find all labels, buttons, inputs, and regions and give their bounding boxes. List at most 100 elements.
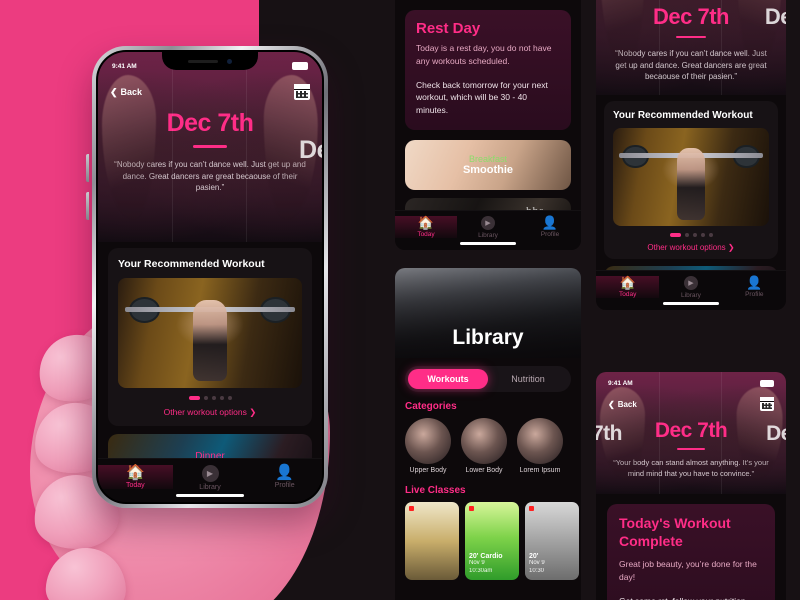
record-icon — [469, 505, 474, 511]
workout-image[interactable] — [613, 128, 769, 226]
carousel-dots[interactable] — [118, 396, 302, 400]
tab-bar[interactable]: 🏠 Today ▶ Library 👤 Profile — [98, 458, 322, 502]
phone-device: 9:41 AM ❮ Back Dec 7th De — [86, 46, 328, 508]
tab-today[interactable]: 🏠 Today — [98, 465, 173, 489]
person-icon: 👤 — [746, 275, 763, 290]
workout-complete-paragraph-1: Great job beauty, you’re done for the da… — [619, 559, 757, 582]
live-class-date: Nov 9 — [529, 560, 545, 567]
tab-today[interactable]: 🏠 Today — [395, 216, 457, 238]
tab-bar-today-right[interactable]: 🏠 Today ▶ Library 👤 Profile — [596, 270, 786, 310]
rest-day-panel: Rest Day Today is a rest day, you do not… — [395, 0, 581, 250]
calendar-icon[interactable] — [294, 84, 310, 100]
tab-library[interactable]: ▶ Library — [173, 465, 248, 491]
back-label: Back — [120, 87, 143, 97]
other-workout-options-link[interactable]: Other workout options ❯ — [613, 243, 769, 252]
front-camera — [227, 58, 233, 64]
tab-library-label: Library — [681, 292, 701, 299]
carousel-dot[interactable] — [700, 233, 705, 237]
category-label: Upper Body — [409, 467, 447, 474]
rest-day-card: Rest Day Today is a rest day, you do not… — [405, 10, 571, 130]
carousel-dot[interactable] — [211, 396, 216, 400]
workout-image[interactable] — [118, 278, 302, 388]
chevron-left-icon: ❮ — [110, 86, 118, 97]
carousel-dot-active[interactable] — [669, 233, 681, 237]
category-item[interactable]: Lorem Ipsum — [517, 418, 563, 476]
segment-nutrition[interactable]: Nutrition — [488, 369, 568, 389]
rest-day-paragraph-2: Check back tomorrow for your next workou… — [416, 79, 548, 116]
battery-icon — [292, 62, 308, 70]
carousel-dot[interactable] — [227, 396, 232, 400]
volume-down-button[interactable] — [86, 192, 89, 220]
carousel-dot[interactable] — [692, 233, 697, 237]
back-button[interactable]: ❮ Back — [110, 87, 142, 98]
play-icon: ▶ — [201, 465, 219, 482]
nav-row: ❮ Back — [98, 70, 322, 100]
carousel-dot[interactable] — [684, 233, 689, 237]
battery-icon — [760, 380, 774, 387]
other-workout-options-label: Other workout options — [647, 243, 726, 252]
tab-profile-label: Profile — [745, 291, 764, 298]
tab-profile-label: Profile — [274, 482, 295, 489]
record-icon — [529, 505, 534, 511]
meal-card-breakfast[interactable]: Breakfast Smoothie — [405, 139, 571, 190]
volume-up-button[interactable] — [86, 154, 89, 182]
library-hero-image: Library — [395, 268, 581, 358]
category-thumbnail — [517, 418, 563, 464]
rest-day-heading: Rest Day — [416, 20, 481, 37]
tab-library[interactable]: ▶ Library — [457, 216, 519, 239]
segment-workouts[interactable]: Workouts — [408, 369, 488, 389]
library-title: Library — [452, 326, 524, 349]
breakfast-kicker: Breakfast — [468, 153, 508, 164]
carousel-dot[interactable] — [203, 396, 208, 400]
date-ghost-right: De — [299, 136, 322, 164]
tab-profile[interactable]: 👤 Profile — [247, 465, 322, 489]
screenshot-stage: Rest Day Today is a rest day, you do not… — [0, 0, 800, 600]
workout-complete-paragraph-2: Get some rst, follow your nutrition, and… — [619, 595, 763, 600]
record-icon — [409, 505, 414, 511]
calendar-icon[interactable] — [760, 397, 774, 411]
carousel-dot[interactable] — [708, 233, 713, 237]
category-thumbnail — [405, 418, 451, 464]
rest-day-paragraph-1: Today is a rest day, you do not have any… — [416, 43, 552, 66]
tab-library[interactable]: ▶ Library — [659, 276, 722, 299]
tab-profile[interactable]: 👤 Profile — [519, 216, 581, 238]
tab-today-label: Today — [125, 482, 145, 489]
category-thumbnail — [461, 418, 507, 464]
carousel-dot[interactable] — [219, 396, 224, 400]
back-button[interactable]: ❮ Back — [608, 400, 637, 409]
recommended-workout-card: Your Recommended Workout Other workout o… — [604, 101, 778, 259]
other-workout-options-link[interactable]: Other workout options ❯ — [118, 407, 302, 418]
home-icon: 🏠 — [619, 275, 636, 290]
person-icon: 👤 — [541, 215, 559, 230]
date-ghost-right: De — [764, 4, 786, 29]
category-list: Upper Body Lower Body Lorem Ipsum — [395, 418, 581, 476]
nav-row: ❮ Back — [596, 387, 786, 411]
tab-today[interactable]: 🏠 Today — [596, 275, 660, 298]
other-workout-options-label: Other workout options — [163, 407, 247, 417]
back-label: Back — [617, 399, 637, 409]
category-item[interactable]: Upper Body — [405, 418, 451, 476]
carousel-dots[interactable] — [613, 233, 769, 237]
tab-profile[interactable]: 👤 Profile — [723, 276, 786, 298]
library-segmented-control[interactable]: Workouts Nutrition — [405, 366, 571, 392]
today-screen: 9:41 AM ❮ Back Dec 7th De — [98, 52, 322, 502]
live-class-time: 10:30am — [469, 567, 493, 574]
category-item[interactable]: Lower Body — [461, 418, 507, 476]
live-class-card[interactable]: 20' Nov 9 10:30 — [525, 501, 579, 580]
carousel-dot-active[interactable] — [188, 396, 200, 400]
tab-bar-rest-day[interactable]: 🏠 Today ▶ Library 👤 Profile — [395, 210, 581, 250]
status-bar: 9:41 AM — [596, 380, 786, 387]
library-panel: Library Workouts Nutrition Categories Up… — [395, 268, 581, 600]
date-ghost-left: 7th — [596, 422, 623, 445]
earpiece-speaker — [187, 59, 218, 63]
live-class-name: 20' Cardio — [469, 553, 503, 561]
live-class-card[interactable] — [405, 501, 459, 580]
play-icon: ▶ — [683, 276, 698, 290]
status-bar-time: 9:41 AM — [608, 380, 633, 387]
phone-notch — [162, 52, 258, 70]
tab-today-label: Today — [618, 291, 637, 298]
home-indicator — [176, 494, 244, 497]
live-classes-heading: Live Classes — [405, 484, 466, 496]
live-class-card[interactable]: 20' Cardio Nov 9 10:30am — [465, 501, 519, 580]
lifter-figure — [676, 147, 706, 221]
